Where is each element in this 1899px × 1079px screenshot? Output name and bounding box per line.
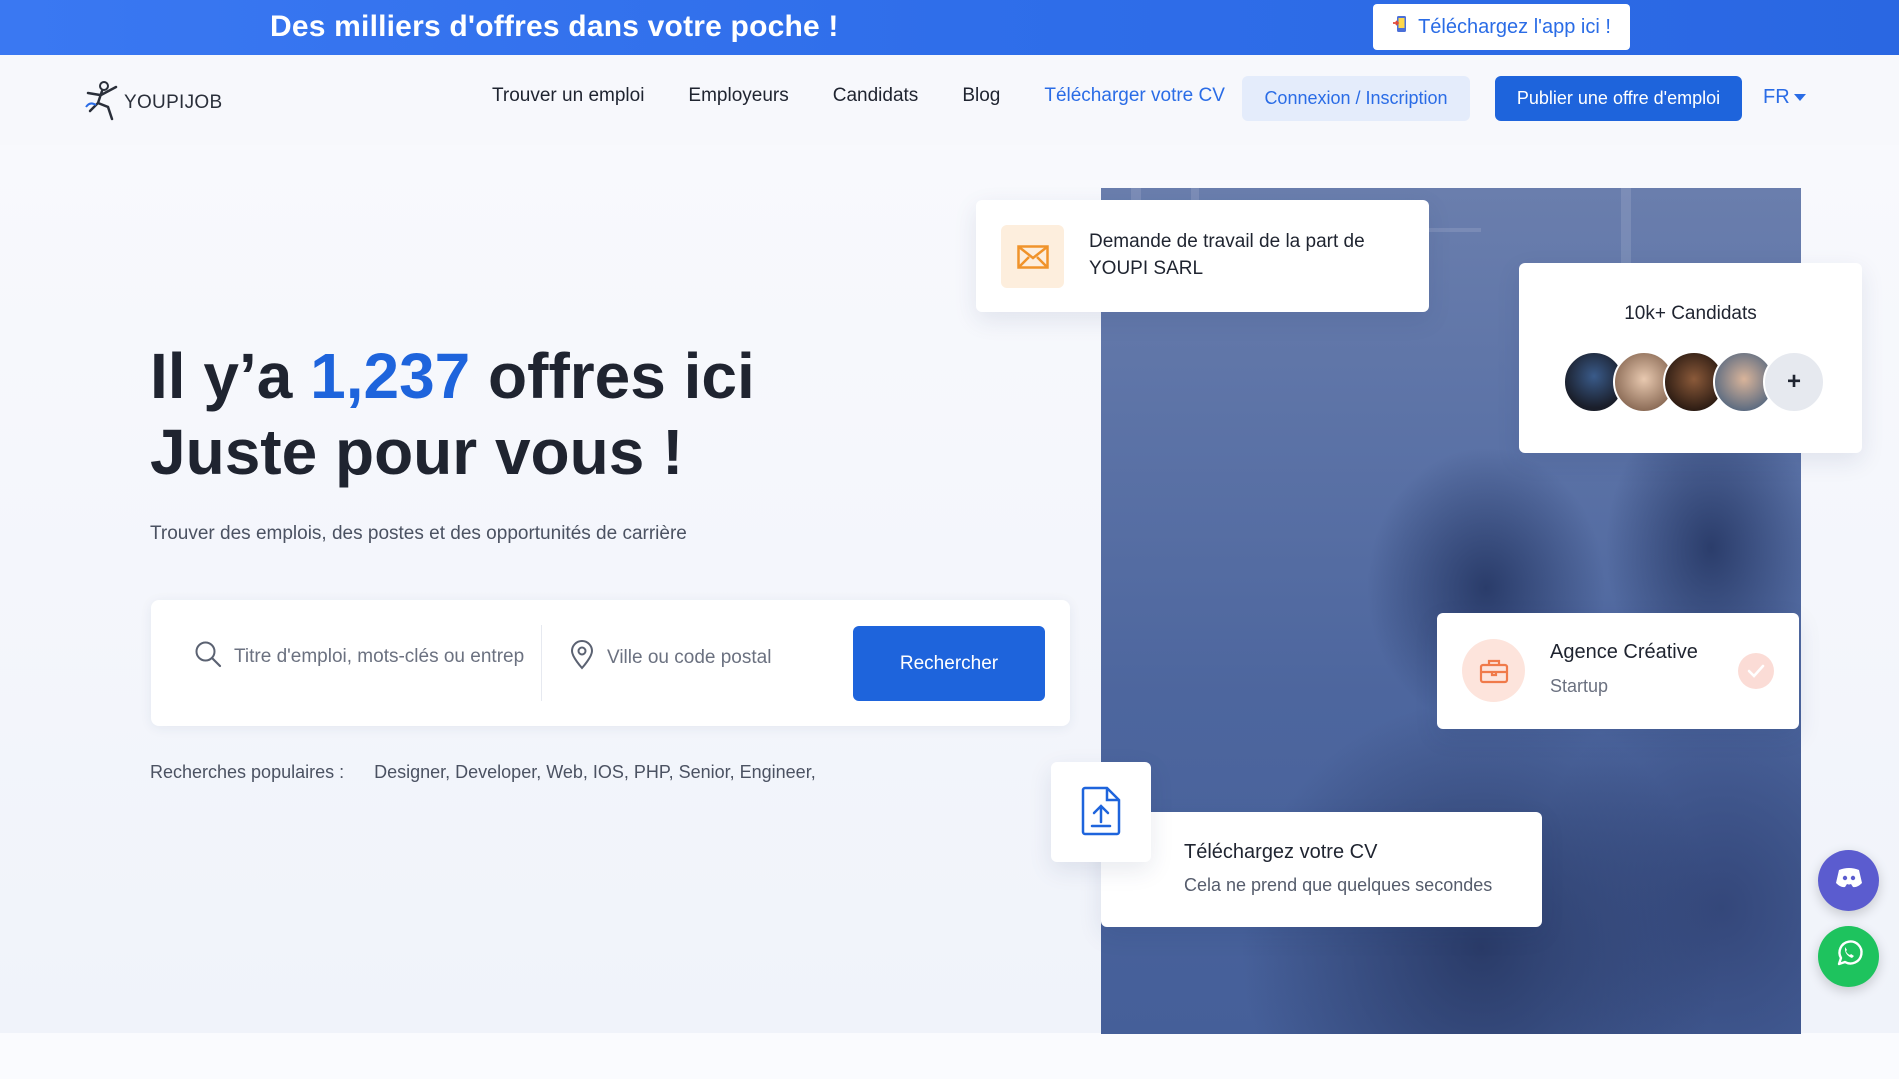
discord-button[interactable] [1818,850,1879,911]
upload-cv-title: Téléchargez votre CV [1184,841,1378,863]
login-signup-button[interactable]: Connexion / Inscription [1242,76,1470,121]
nav-find-job[interactable]: Trouver un emploi [492,85,644,107]
nav-candidates[interactable]: Candidats [833,85,919,107]
logo-figure-icon [82,77,122,128]
mail-icon [1001,225,1064,288]
plus-label: + [1786,368,1801,395]
more-candidates-button[interactable]: + [1763,351,1825,413]
headline-prefix: Il y’a [150,340,311,412]
keyword-input[interactable] [234,645,524,668]
nav-employers[interactable]: Employeurs [688,85,788,107]
upload-cv-card[interactable]: Téléchargez votre CV Cela ne prend que q… [1101,812,1542,927]
briefcase-icon [1462,639,1525,702]
job-request-card: Demande de travail de la part de YOUPI S… [976,200,1429,312]
download-app-label: Téléchargez l'app ici ! [1418,15,1611,38]
location-input[interactable] [607,646,827,669]
agency-type: Startup [1550,676,1609,696]
main-nav: Trouver un emploi Employeurs Candidats B… [492,85,1269,107]
popular-tags[interactable]: Designer, Developer, Web, IOS, PHP, Seni… [374,762,816,783]
hero-subtitle: Trouver des emplois, des postes et des o… [150,523,687,544]
whatsapp-button[interactable] [1818,926,1879,987]
agency-name: Agence Créative [1550,641,1698,663]
search-button[interactable]: Rechercher [853,626,1045,701]
popular-label: Recherches populaires : [150,762,345,782]
agency-card: Agence Créative Startup [1437,613,1799,729]
candidates-count: 10k+ Candidats [1624,303,1757,324]
upload-icon-card [1051,762,1151,862]
site-logo[interactable]: YOUPIJOB [82,77,222,128]
whatsapp-icon [1834,939,1864,974]
candidates-card: 10k+ Candidats + [1519,263,1862,453]
location-field [569,640,827,675]
download-app-button[interactable]: Téléchargez l'app ici ! [1373,4,1630,50]
logo-text: YOUPIJOB [124,91,223,113]
section-divider [0,1033,1899,1079]
site-header: YOUPIJOB Trouver un emploi Employeurs Ca… [0,55,1899,145]
banner-title: Des milliers d'offres dans votre poche ! [270,10,839,43]
search-icon [194,640,222,673]
hero-headline: Il y’a 1,237 offres ici Juste pour vous … [150,338,755,490]
nav-upload-cv[interactable]: Télécharger votre CV [1044,85,1225,107]
avatar-group: + [1563,351,1825,415]
check-icon [1738,653,1774,689]
keyword-field [194,640,524,673]
location-pin-icon [569,640,595,675]
phone-download-icon [1392,15,1410,39]
job-request-text: Demande de travail de la part de YOUPI S… [1089,231,1365,279]
nav-blog[interactable]: Blog [962,85,1000,107]
headline-line2: Juste pour vous ! [150,416,684,488]
upload-cv-subtitle: Cela ne prend que quelques secondes [1184,875,1493,895]
discord-icon [1835,867,1863,894]
publish-job-button[interactable]: Publier une offre d'emploi [1495,76,1742,121]
offer-count: 1,237 [310,340,471,412]
top-banner: Des milliers d'offres dans votre poche !… [0,0,1899,55]
chevron-down-icon [1793,94,1806,101]
field-divider [541,625,542,701]
popular-searches: Recherches populaires : Designer, Develo… [150,762,816,783]
file-upload-icon [1079,786,1123,841]
job-search-form: Rechercher [151,600,1070,726]
language-label: FR [1763,86,1790,108]
language-selector[interactable]: FR [1763,86,1806,109]
headline-suffix: offres ici [470,340,755,412]
